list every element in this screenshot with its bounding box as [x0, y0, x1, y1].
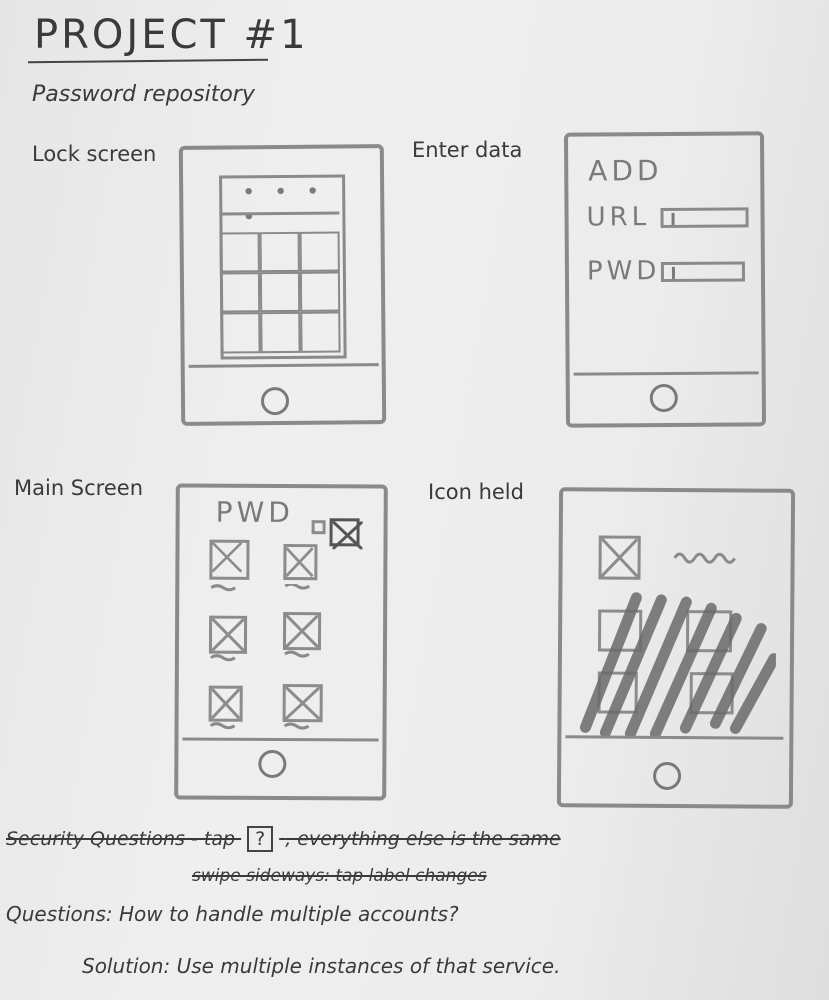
icon-held-phone [556, 487, 796, 809]
keypad-key[interactable] [299, 231, 340, 272]
pin-dots: • • • • [242, 179, 326, 231]
delete-icon[interactable] [329, 518, 363, 550]
home-bar [565, 735, 784, 740]
placeholder-image-icon[interactable] [283, 544, 318, 581]
pwd-field[interactable] [660, 261, 746, 283]
main-screen-label: Main Screen [14, 476, 144, 500]
keypad-key[interactable] [299, 271, 341, 312]
page-title: PROJECT #1 [34, 12, 309, 58]
add-heading: ADD [588, 154, 663, 188]
placeholder-image-icon [311, 520, 326, 535]
lock-screen-label: Lock screen [32, 142, 157, 166]
home-button-icon[interactable] [653, 761, 682, 791]
keypad-key[interactable] [259, 271, 301, 313]
pwd-label: PWD [586, 256, 661, 287]
keypad-key[interactable] [300, 311, 341, 353]
enter-data-label: Enter data [412, 138, 523, 162]
url-field[interactable] [660, 207, 749, 229]
home-button-icon[interactable] [649, 383, 678, 413]
placeholder-image-icon[interactable] [209, 539, 250, 580]
greyed-out-hatching [579, 592, 777, 739]
icon-held-label: Icon held [428, 480, 524, 504]
pwd-heading: PWD [215, 495, 294, 530]
keypad-panel: • • • • [219, 174, 347, 360]
question-icon: ? [247, 826, 274, 852]
enter-data-phone: ADD URL PWD [563, 131, 767, 428]
keypad-key[interactable] [219, 272, 261, 313]
home-bar [573, 371, 759, 376]
url-label: URL [586, 202, 651, 233]
keypad-key[interactable] [259, 231, 300, 273]
home-button-icon[interactable] [258, 749, 287, 779]
questions-note: Questions: How to handle multiple accoun… [6, 902, 459, 926]
icon-label-squiggle [673, 552, 736, 564]
keypad-key[interactable] [260, 311, 301, 354]
lock-screen-phone: • • • • [178, 144, 387, 426]
home-button-icon[interactable] [260, 386, 290, 416]
placeholder-image-icon[interactable] [598, 535, 641, 580]
main-screen-phone: PWD [174, 483, 388, 801]
security-questions-note: Security Questions - tap ? , everything … [6, 826, 561, 852]
keypad-key[interactable] [219, 232, 260, 273]
home-bar [188, 363, 379, 368]
keypad-key[interactable] [220, 312, 261, 354]
page-subtitle: Password repository [32, 82, 255, 107]
swipe-note: swipe sideways: tap label changes [192, 866, 487, 886]
solution-note: Solution: Use multiple instances of that… [82, 954, 561, 978]
